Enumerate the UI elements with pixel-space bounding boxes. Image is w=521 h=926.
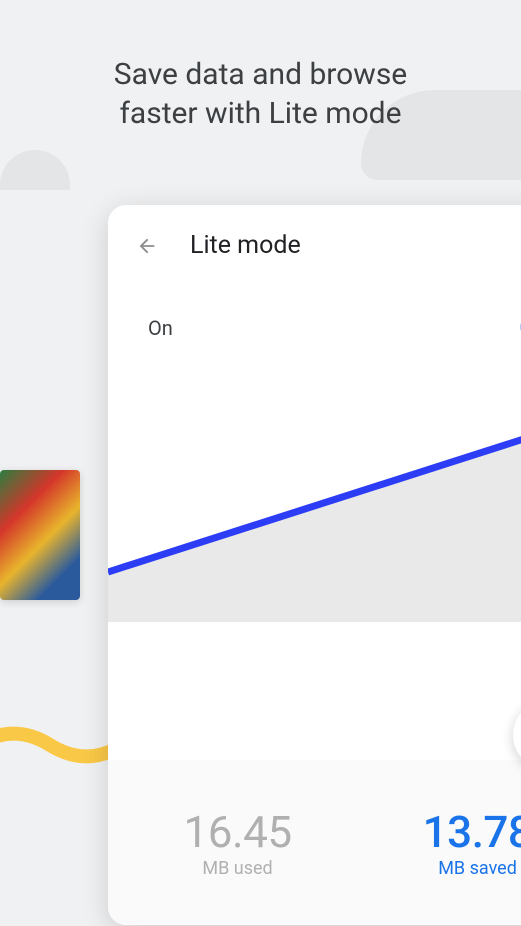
saved-label: MB saved [423,858,521,879]
used-value: 16.45 [184,806,292,858]
lite-mode-card: Lite mode On 16.45 MB used 13.78 MB save… [108,205,521,925]
back-arrow-icon[interactable] [136,235,158,257]
page-headline: Save data and browsefaster with Lite mod… [0,55,521,133]
cloud-decoration [0,150,70,190]
thumbnail-image [0,470,80,600]
headline-text: Save data and browsefaster with Lite mod… [114,57,407,131]
stats-panel: 16.45 MB used 13.78 MB saved [108,760,521,925]
card-title: Lite mode [190,231,301,260]
data-usage-graph [108,402,521,622]
toggle-row[interactable]: On [108,284,521,372]
toggle-label: On [148,316,173,340]
card-header: Lite mode [108,205,521,284]
stat-used: 16.45 MB used [184,806,292,879]
stat-saved: 13.78 MB saved [423,806,521,879]
used-label: MB used [184,858,292,879]
wave-decoration [0,710,120,790]
saved-value: 13.78 [423,806,521,858]
